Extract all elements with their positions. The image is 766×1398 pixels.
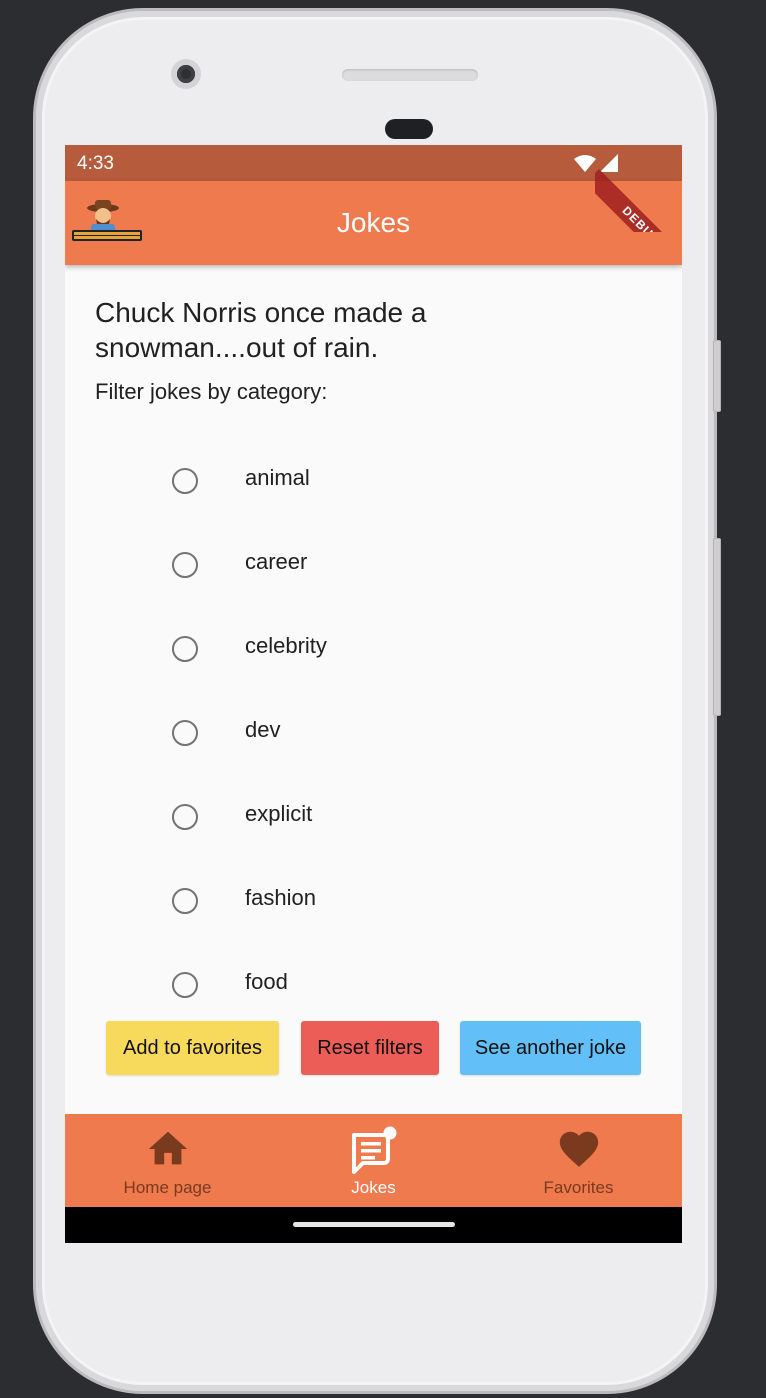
message-badge-icon: [351, 1126, 396, 1174]
app-title: Jokes: [336, 207, 411, 238]
heart-icon: [559, 1131, 598, 1167]
debug-banner: DEBUG: [595, 145, 682, 232]
volume-button: [713, 538, 721, 716]
radio-button[interactable]: [172, 972, 198, 998]
wifi-icon: [574, 155, 596, 172]
radio-option-career[interactable]: career: [65, 522, 682, 606]
system-gesture-bar: [65, 1207, 682, 1243]
radio-label: food: [245, 969, 288, 994]
radio-label: explicit: [245, 801, 313, 826]
nav-item-home[interactable]: Home page: [65, 1114, 270, 1207]
radio-label: dev: [245, 717, 281, 742]
front-camera: [171, 59, 201, 89]
action-buttons: Add to favorites Reset filters See anoth…: [65, 1021, 682, 1075]
joke-text: Chuck Norris once made a snowman....out …: [95, 297, 427, 363]
bottom-navigation: Home page Jokes Favorites: [65, 1114, 682, 1207]
app-screen: 4:33 Jokes DEBUG Chuck Norris once made …: [65, 145, 682, 1243]
status-bar: 4:33: [65, 145, 682, 181]
filter-label: Filter jokes by category:: [95, 379, 328, 404]
radio-label: animal: [245, 465, 310, 490]
joke-content: Chuck Norris once made a snowman....out …: [65, 265, 682, 1114]
debug-label: DEBUG: [595, 169, 682, 232]
status-time: 4:33: [77, 153, 114, 174]
radio-button[interactable]: [172, 888, 198, 914]
radio-option-celebrity[interactable]: celebrity: [65, 606, 682, 690]
reset-filters-button[interactable]: Reset filters: [301, 1021, 439, 1075]
radio-label: celebrity: [245, 633, 327, 658]
nav-item-jokes[interactable]: Jokes: [271, 1114, 476, 1207]
proximity-sensor: [385, 119, 433, 139]
radio-button[interactable]: [172, 720, 198, 746]
add-to-favorites-button[interactable]: Add to favorites: [106, 1021, 279, 1075]
nav-label-home: Home page: [123, 1178, 212, 1197]
home-gesture-handle[interactable]: [293, 1222, 455, 1227]
radio-button[interactable]: [172, 636, 198, 662]
home-icon: [148, 1131, 187, 1165]
nav-item-favorites[interactable]: Favorites: [476, 1114, 681, 1207]
radio-label: fashion: [245, 885, 316, 910]
see-another-joke-button[interactable]: See another joke: [460, 1021, 641, 1075]
radio-button[interactable]: [172, 804, 198, 830]
radio-option-food[interactable]: food: [65, 942, 682, 1026]
radio-label: career: [245, 549, 308, 574]
radio-option-dev[interactable]: dev: [65, 690, 682, 774]
nav-label-favorites: Favorites: [543, 1178, 614, 1197]
radio-button[interactable]: [172, 468, 198, 494]
power-button: [713, 340, 721, 412]
nav-label-jokes: Jokes: [351, 1178, 396, 1197]
radio-option-fashion[interactable]: fashion: [65, 858, 682, 942]
earpiece-speaker: [342, 69, 478, 81]
radio-option-explicit[interactable]: explicit: [65, 774, 682, 858]
radio-button[interactable]: [172, 552, 198, 578]
app-bar: Jokes: [65, 181, 682, 265]
radio-option-animal[interactable]: animal: [65, 438, 682, 522]
